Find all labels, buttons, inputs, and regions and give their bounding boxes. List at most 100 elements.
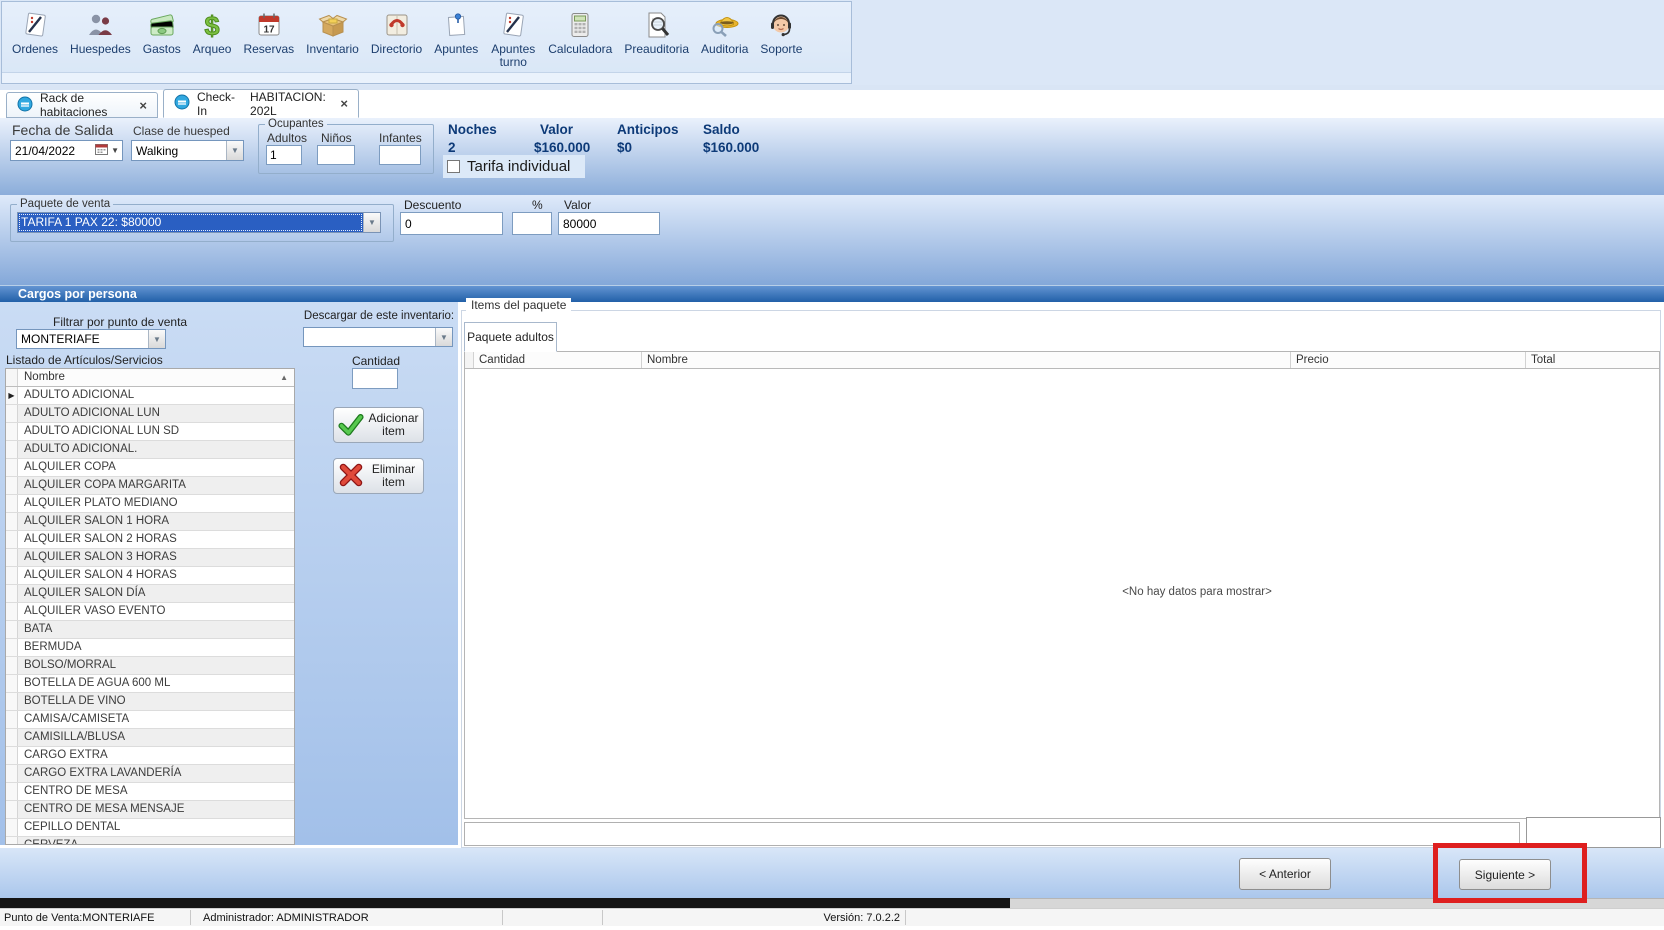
list-item[interactable]: ▶ CERVEZA (6, 837, 294, 845)
list-item[interactable]: ▶ CEPILLO DENTAL (6, 819, 294, 837)
row-gutter: ▶ (6, 639, 18, 656)
chevron-down-icon[interactable]: ▼ (111, 146, 122, 155)
list-item[interactable]: ▶ ADULTO ADICIONAL LUN SD (6, 423, 294, 441)
list-item[interactable]: ▶ ADULTO ADICIONAL LUN (6, 405, 294, 423)
list-item[interactable]: ▶ CAMISILLA/BLUSA (6, 729, 294, 747)
articulos-list-header[interactable]: Nombre ▲ (6, 369, 294, 387)
list-item[interactable]: ▶ ALQUILER SALON 4 HORAS (6, 567, 294, 585)
anticipos-stat: Anticipos $0 (617, 122, 679, 155)
descuento-input[interactable] (400, 212, 503, 235)
cargos-por-persona-header: Cargos por persona (0, 285, 1664, 302)
chevron-down-icon[interactable]: ▼ (435, 328, 452, 346)
close-icon[interactable]: × (340, 96, 348, 111)
row-gutter: ▶ (6, 801, 18, 818)
fecha-salida-input[interactable]: 21/04/2022 ▼ (10, 140, 123, 161)
app-window: Ordenes Huespedes Gastos $ Arqueo (0, 0, 1664, 930)
list-item[interactable]: ▶ ALQUILER PLATO MEDIANO (6, 495, 294, 513)
anticipos-label: Anticipos (617, 122, 679, 137)
siguiente-button[interactable]: Siguiente > (1459, 859, 1551, 890)
toolbar-button-ordenes[interactable]: Ordenes (6, 4, 64, 56)
toolbar-button-apuntes[interactable]: Apuntes (428, 4, 484, 56)
toolbar-button-calculadora[interactable]: Calculadora (542, 4, 618, 56)
toolbar-button-directorio[interactable]: Directorio (365, 4, 428, 56)
infantes-label: Infantes (379, 131, 422, 145)
calendar-icon: 17 (254, 7, 284, 43)
dollar-icon: $ (197, 7, 227, 43)
tab-checkin-habitacion-202l[interactable]: Check-In HABITACION: 202L × (163, 89, 359, 118)
descargar-inventario-label: Descargar de este inventario: (300, 310, 458, 322)
infantes-input[interactable] (379, 145, 421, 165)
anterior-button[interactable]: < Anterior (1239, 858, 1331, 890)
list-item[interactable]: ▶ CARGO EXTRA (6, 747, 294, 765)
filtro-punto-venta-value: MONTERIAFE (17, 332, 148, 346)
column-nombre[interactable]: Nombre (642, 352, 1291, 368)
tab-rack-de-habitaciones[interactable]: Rack de habitaciones × (6, 92, 158, 118)
row-gutter: ▶ (6, 549, 18, 566)
descargar-inventario-select[interactable]: ▼ (303, 327, 453, 347)
list-item[interactable]: ▶ ADULTO ADICIONAL. (6, 441, 294, 459)
nombre-column-header[interactable]: Nombre ▲ (18, 369, 294, 386)
toolbar-button-apuntes-turno[interactable]: Apuntes turno (484, 4, 542, 69)
list-item[interactable]: ▶ ALQUILER COPA (6, 459, 294, 477)
chevron-down-icon[interactable]: ▼ (363, 213, 380, 232)
row-gutter: ▶ (6, 747, 18, 764)
tab-paquete-adultos[interactable]: Paquete adultos (464, 322, 557, 352)
valor-paquete-input[interactable] (558, 212, 660, 235)
tarifa-individual-checkbox[interactable] (447, 160, 460, 173)
list-item[interactable]: ▶ CENTRO DE MESA MENSAJE (6, 801, 294, 819)
sort-asc-icon[interactable]: ▲ (280, 369, 288, 386)
filtro-punto-venta-select[interactable]: MONTERIAFE ▼ (16, 329, 166, 349)
toolbar-label: Ordenes (12, 43, 58, 56)
adultos-input[interactable] (266, 145, 302, 165)
clase-huesped-select[interactable]: Walking ▼ (131, 140, 244, 161)
toolbar-button-huespedes[interactable]: Huespedes (64, 4, 137, 56)
row-gutter: ▶ (6, 423, 18, 440)
row-gutter: ▶ (6, 441, 18, 458)
column-cantidad[interactable]: Cantidad (474, 352, 642, 368)
paquete-venta-select[interactable]: TARIFA 1 PAX 22: $80000 ▼ (17, 212, 381, 233)
list-item[interactable]: ▶ BOTELLA DE AGUA 600 ML (6, 675, 294, 693)
list-item[interactable]: ▶ BERMUDA (6, 639, 294, 657)
list-item[interactable]: ▶ ALQUILER VASO EVENTO (6, 603, 294, 621)
chevron-down-icon[interactable]: ▼ (148, 330, 165, 348)
toolbar-button-inventario[interactable]: Inventario (300, 4, 365, 56)
list-item[interactable]: ▶ BOLSO/MORRAL (6, 657, 294, 675)
calendar-picker-icon[interactable] (95, 143, 108, 158)
toolbar-button-preauditoria[interactable]: Preauditoria (618, 4, 695, 56)
list-item[interactable]: ▶ ALQUILER SALON DÍA (6, 585, 294, 603)
list-item[interactable]: ▶ ALQUILER COPA MARGARITA (6, 477, 294, 495)
valor-paquete-label: Valor (564, 198, 591, 212)
checkin-icon (174, 94, 190, 113)
close-icon[interactable]: × (139, 98, 147, 113)
list-item[interactable]: ▶ BATA (6, 621, 294, 639)
noches-value: 2 (448, 140, 497, 155)
list-item[interactable]: ▶ CAMISA/CAMISETA (6, 711, 294, 729)
list-item[interactable]: ▶ CENTRO DE MESA (6, 783, 294, 801)
list-item[interactable]: ▶ ALQUILER SALON 3 HORAS (6, 549, 294, 567)
list-item[interactable]: ▶ BOTELLA DE VINO (6, 693, 294, 711)
items-table-header[interactable]: Cantidad Nombre Precio Total (465, 352, 1659, 369)
column-precio[interactable]: Precio (1291, 352, 1526, 368)
list-item[interactable]: ▶ ADULTO ADICIONAL (6, 387, 294, 405)
chevron-down-icon[interactable]: ▼ (226, 141, 243, 160)
ninos-input[interactable] (317, 145, 355, 165)
eliminar-item-button[interactable]: Eliminar item (333, 458, 424, 494)
paquete-band: Paquete de venta TARIFA 1 PAX 22: $80000… (0, 195, 1664, 285)
statusbar-administrador: Administrador: ADMINISTRADOR (203, 912, 369, 924)
list-item[interactable]: ▶ ALQUILER SALON 1 HORA (6, 513, 294, 531)
toolbar-button-arqueo[interactable]: $ Arqueo (187, 4, 238, 56)
toolbar-button-gastos[interactable]: Gastos (137, 4, 187, 56)
adicionar-item-button[interactable]: Adicionar item (333, 407, 424, 443)
fecha-salida-label: Fecha de Salida (12, 122, 113, 138)
column-total[interactable]: Total (1526, 352, 1659, 368)
row-gutter: ▶ (6, 387, 18, 404)
list-item[interactable]: ▶ ALQUILER SALON 2 HORAS (6, 531, 294, 549)
cantidad-input[interactable] (352, 368, 398, 389)
toolbar-button-reservas[interactable]: 17 Reservas (237, 4, 300, 56)
saldo-label: Saldo (703, 122, 759, 137)
toolbar-button-soporte[interactable]: Soporte (754, 4, 808, 56)
porcentaje-input[interactable] (512, 212, 552, 235)
list-item[interactable]: ▶ CARGO EXTRA LAVANDERÍA (6, 765, 294, 783)
cargos-side-panels: Filtrar por punto de venta MONTERIAFE ▼ … (0, 302, 458, 845)
toolbar-button-auditoria[interactable]: Auditoria (695, 4, 754, 56)
